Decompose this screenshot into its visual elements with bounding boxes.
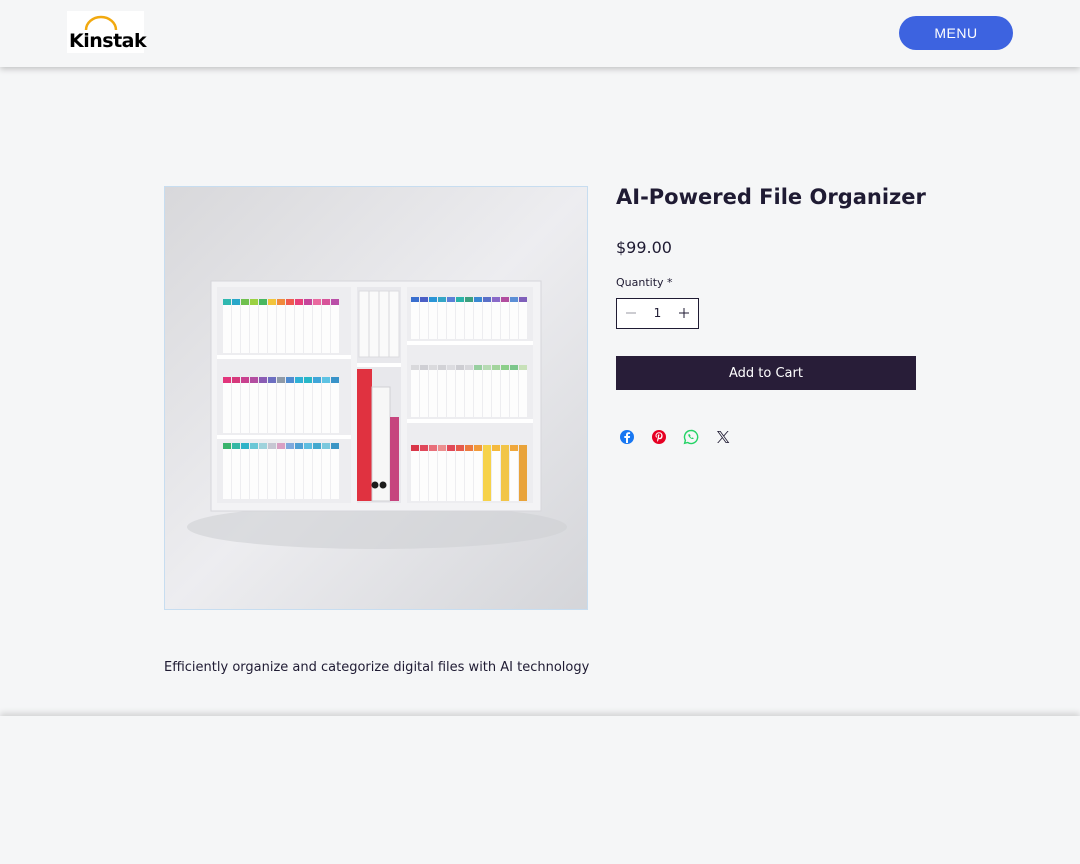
plus-icon <box>679 308 689 318</box>
share-x-button[interactable] <box>714 428 732 446</box>
whatsapp-icon <box>683 429 699 445</box>
site-header: Kinstak MENU <box>0 0 1080 67</box>
file-organizer-shelf-image <box>165 187 587 609</box>
add-to-cart-button[interactable]: Add to Cart <box>616 356 916 390</box>
site-footer <box>0 716 1080 864</box>
decrease-quantity-button[interactable] <box>617 299 645 328</box>
logo-arc-icon <box>84 15 118 31</box>
pinterest-icon <box>652 430 666 444</box>
kinstak-logo[interactable]: Kinstak <box>67 11 147 53</box>
logo-text: Kinstak <box>69 30 147 52</box>
facebook-icon <box>620 430 634 444</box>
increase-quantity-button[interactable] <box>670 299 698 328</box>
product-description: Efficiently organize and categorize digi… <box>164 660 590 675</box>
share-pinterest-button[interactable] <box>650 428 668 446</box>
product-price: $99.00 <box>616 238 672 257</box>
share-facebook-button[interactable] <box>618 428 636 446</box>
share-whatsapp-button[interactable] <box>682 428 700 446</box>
x-icon <box>717 431 730 443</box>
minus-icon <box>626 312 636 314</box>
menu-button[interactable]: MENU <box>899 16 1013 50</box>
product-title: AI-Powered File Organizer <box>616 185 926 209</box>
quantity-label: Quantity * <box>616 276 673 289</box>
quantity-stepper <box>616 298 699 329</box>
quantity-input[interactable] <box>645 299 670 328</box>
product-image <box>164 186 588 610</box>
